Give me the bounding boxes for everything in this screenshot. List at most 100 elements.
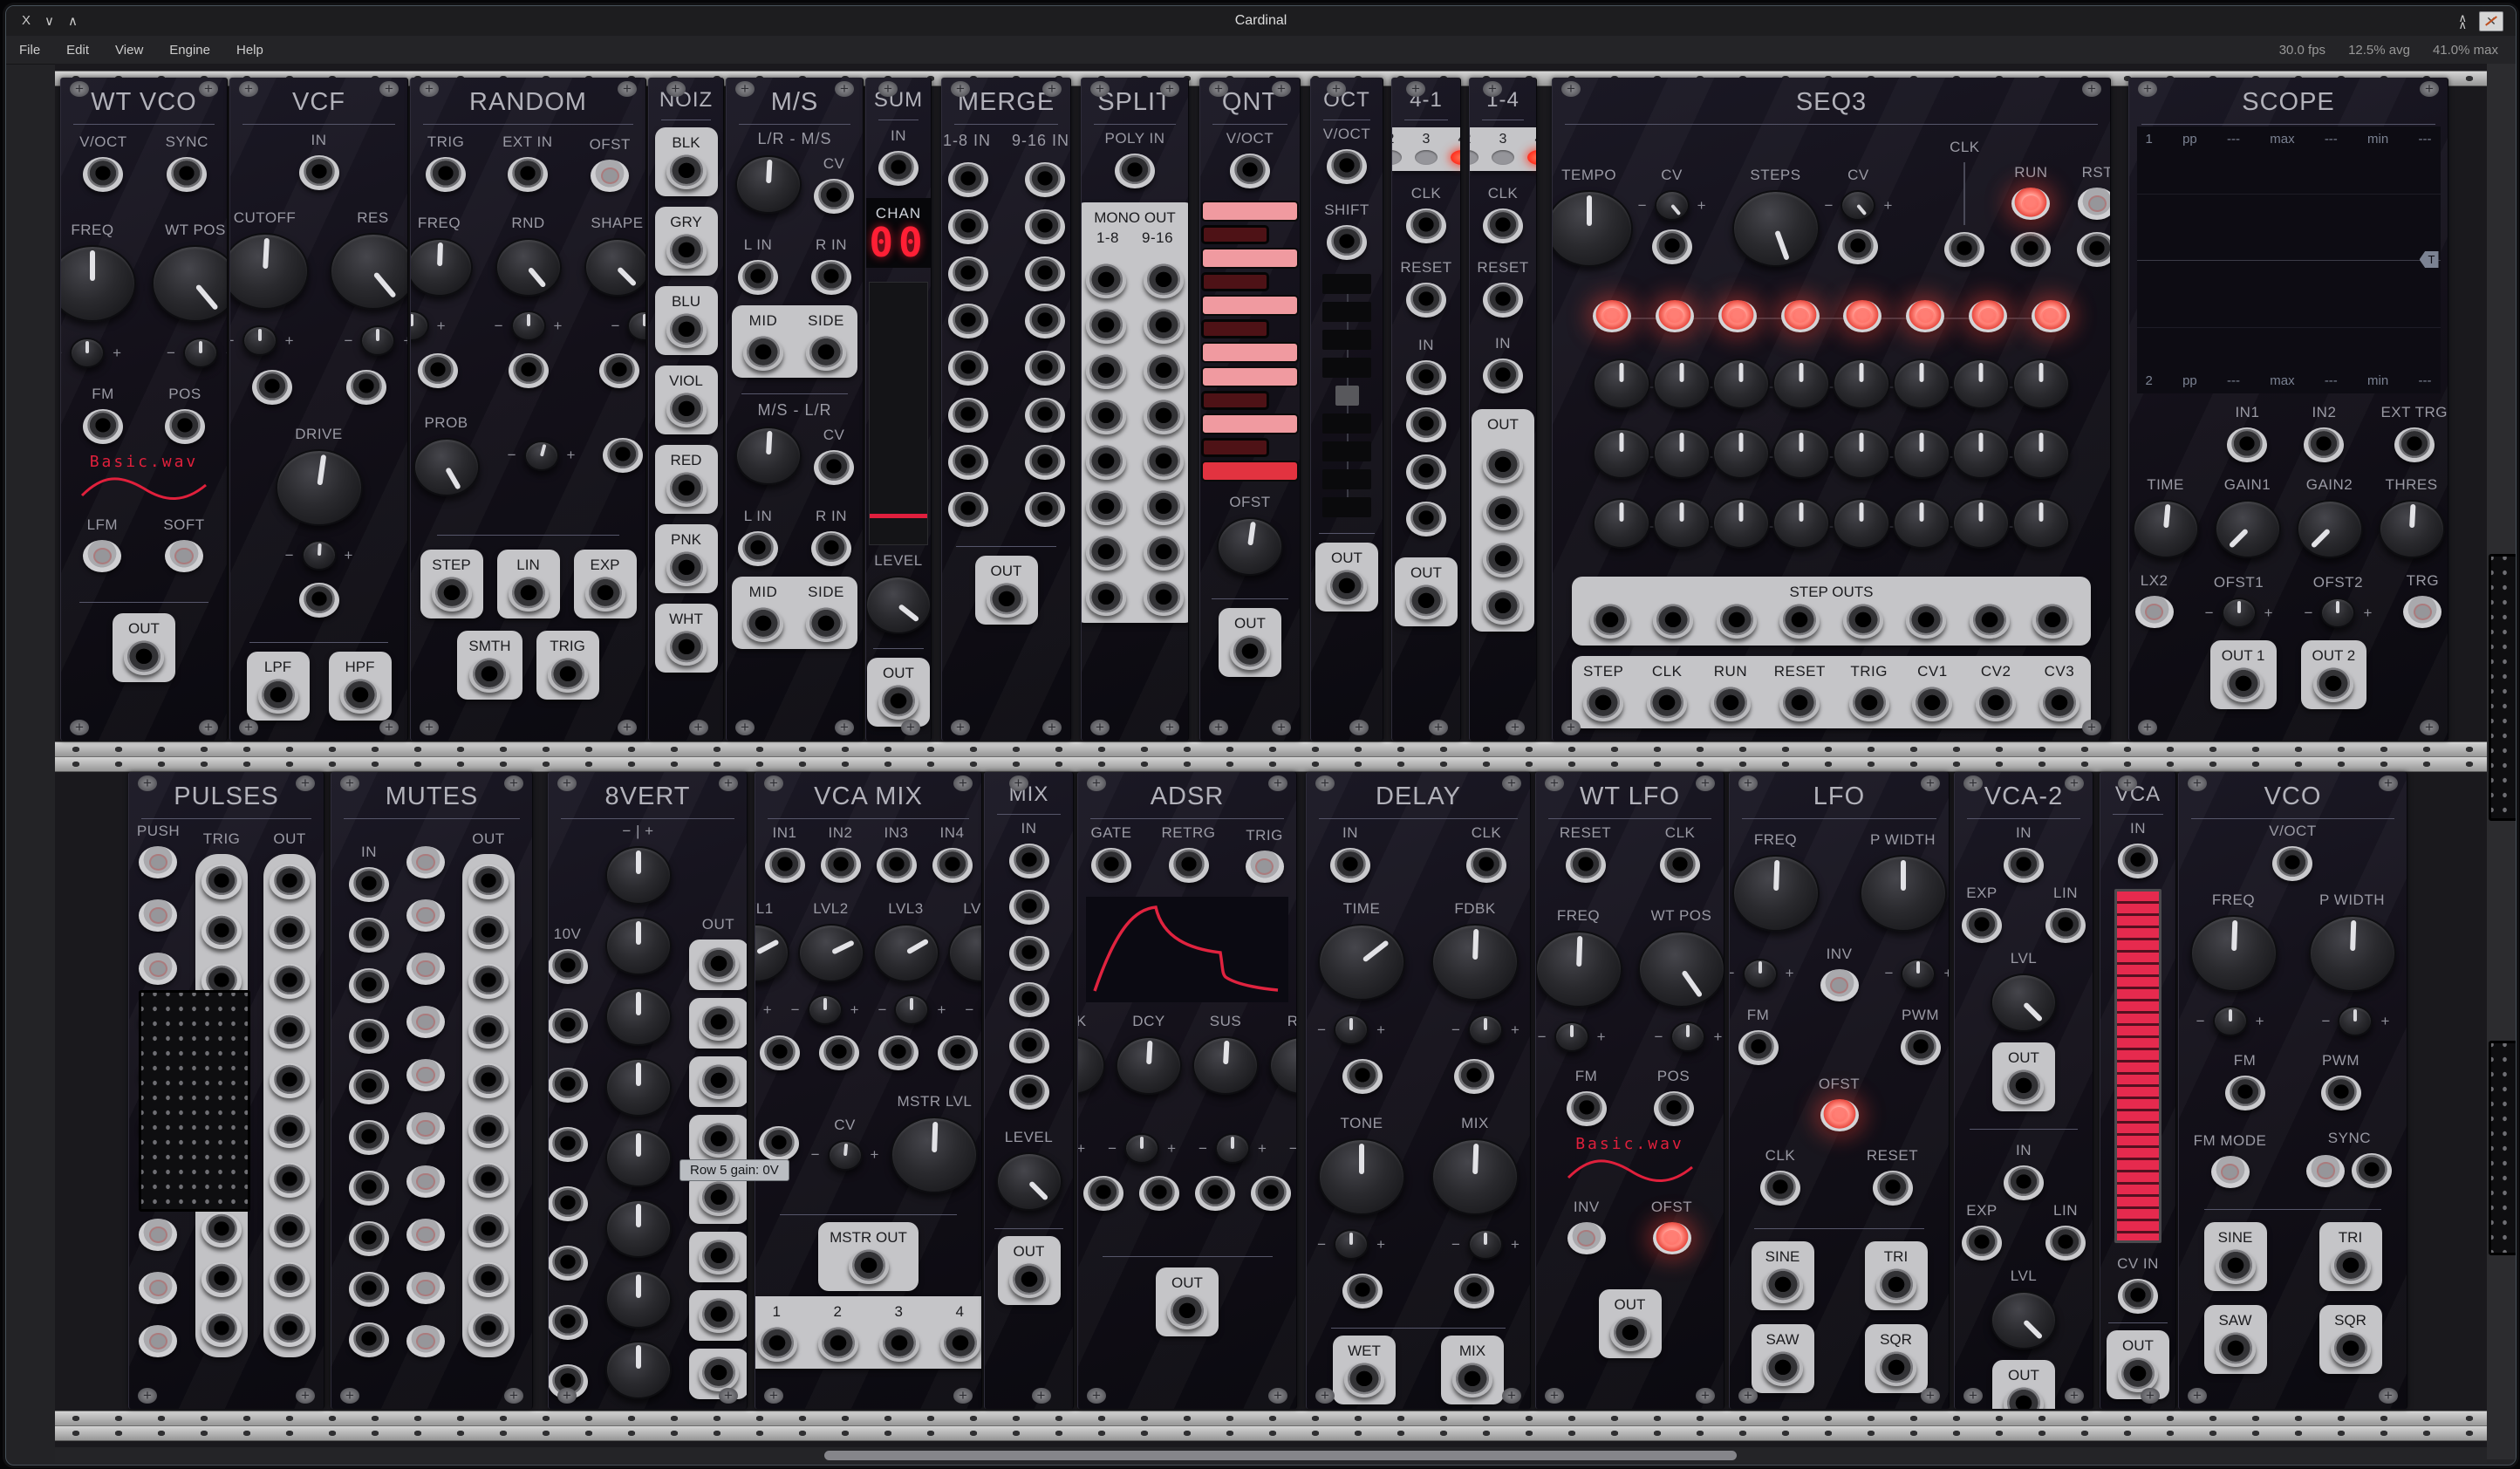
seq3-step-port[interactable] — [1583, 687, 1623, 721]
qnt-key-12[interactable] — [1201, 461, 1299, 482]
delay-trim-knob[interactable] — [1468, 1229, 1503, 1260]
merge-jack-port[interactable] — [1025, 304, 1065, 338]
vca-2-in-port[interactable] — [2004, 848, 2044, 883]
split-mono-r-4-port[interactable] — [1144, 400, 1184, 434]
8vert-gain-1-knob[interactable] — [605, 846, 672, 905]
scope-time-knob[interactable] — [2133, 500, 2199, 558]
vcf-trim-knob[interactable] — [302, 540, 337, 571]
seq3-step-out-7-port[interactable] — [1970, 604, 2010, 639]
pulses-out-5-port[interactable] — [270, 1063, 310, 1098]
8vert-out-3-port[interactable] — [699, 1064, 739, 1099]
vca-mix-lvl2-knob[interactable] — [798, 924, 864, 982]
8vert-10v-6-port[interactable] — [548, 1246, 588, 1281]
wt-lfo-freq-knob[interactable] — [1535, 931, 1622, 1008]
random-trim-knob[interactable] — [410, 311, 429, 341]
mix-jack-port[interactable] — [1009, 1028, 1049, 1063]
mutes-in-7-port[interactable] — [349, 1171, 389, 1206]
random-jack-port[interactable] — [418, 353, 458, 388]
vca-mix-in3-port[interactable] — [877, 848, 917, 883]
sum-out-port[interactable] — [878, 685, 919, 720]
merge-jack-port[interactable] — [948, 445, 988, 480]
seq3-step-7-knob[interactable] — [1952, 359, 2010, 409]
vca-mix-in2-port[interactable] — [821, 848, 861, 883]
split-mono-r-8-port[interactable] — [1144, 581, 1184, 616]
adsr-rls-knob[interactable] — [1269, 1036, 1297, 1095]
seq3-step-8-knob[interactable] — [2012, 428, 2070, 479]
pulses-out-4-port[interactable] — [270, 1014, 310, 1049]
8vert-10v-4-port[interactable] — [548, 1127, 588, 1162]
seq3-step-6-knob[interactable] — [1893, 498, 1950, 549]
scope-in1-port[interactable] — [2227, 427, 2267, 462]
oct-oct-step-4[interactable] — [1322, 497, 1371, 517]
vcf-hpf-port[interactable] — [340, 679, 380, 714]
scope-ofst1-knob[interactable] — [2222, 598, 2257, 628]
split-mono-r-6-port[interactable] — [1144, 490, 1184, 525]
wt-lfo-reset-port[interactable] — [1566, 848, 1606, 883]
vca-mix-in4-port[interactable] — [932, 848, 973, 883]
seq3-steps-cv-port[interactable] — [1838, 229, 1878, 264]
vco-p-width-knob[interactable] — [2309, 915, 2396, 992]
8vert-gain-4-knob[interactable] — [605, 1058, 672, 1117]
scope-lx2-button[interactable] — [2135, 596, 2174, 628]
qnt-key-10[interactable] — [1201, 413, 1299, 434]
8vert-gain-2-knob[interactable] — [605, 917, 672, 975]
seq3-step-1-knob[interactable] — [1593, 428, 1650, 479]
oct-out-port[interactable] — [1327, 570, 1367, 605]
vca-mix-lvl1-knob[interactable] — [755, 924, 789, 982]
delay-in-port[interactable] — [1330, 848, 1370, 883]
oct-oct-step--3[interactable] — [1322, 302, 1371, 322]
delay-trim-knob[interactable] — [1468, 1015, 1503, 1045]
menu-help[interactable]: Help — [223, 43, 277, 58]
adsr-jack-port[interactable] — [1251, 1176, 1291, 1211]
ms-r-in-port[interactable] — [811, 531, 851, 566]
seq3-step-2-knob[interactable] — [1653, 428, 1711, 479]
random-step-port[interactable] — [432, 577, 472, 612]
mutes-out-6-port[interactable] — [468, 1113, 509, 1148]
vca-2-in-port[interactable] — [2004, 1165, 2044, 1200]
scope-trigger-marker[interactable]: T — [2420, 251, 2439, 268]
wt-lfo-trim-knob[interactable] — [1670, 1021, 1705, 1052]
random-trim-knob[interactable] — [627, 311, 646, 341]
vcf-res-knob[interactable] — [330, 233, 409, 310]
lfo-ofst-button[interactable] — [1820, 1099, 1859, 1131]
adsr-dcy-knob[interactable] — [1116, 1036, 1182, 1095]
mutes-out-8-port[interactable] — [468, 1213, 509, 1247]
merge-jack-port[interactable] — [1025, 445, 1065, 480]
vca-mix-jack-port[interactable] — [878, 1035, 919, 1070]
adsr-out-port[interactable] — [1167, 1295, 1207, 1329]
s4-1-channels-led-2[interactable] — [1391, 150, 1402, 165]
mutes-out-4-port[interactable] — [468, 1014, 509, 1049]
adsr-gate-port[interactable] — [1091, 848, 1131, 883]
split-mono-l-2-port[interactable] — [1086, 309, 1126, 344]
merge-jack-port[interactable] — [948, 162, 988, 197]
pulses-push-button-10[interactable] — [139, 1325, 177, 1357]
random-trig-port[interactable] — [426, 157, 466, 192]
mutes-out-2-port[interactable] — [468, 914, 509, 949]
mutes-out-1-port[interactable] — [468, 864, 509, 899]
qnt-key-4[interactable] — [1201, 272, 1269, 291]
random-jack-port[interactable] — [599, 353, 639, 388]
mutes-mute-button-1[interactable] — [406, 846, 445, 878]
vcf-jack-port[interactable] — [346, 370, 386, 405]
seq3-tempo-knob[interactable] — [1552, 190, 1633, 267]
mutes-mute-button-9[interactable] — [406, 1272, 445, 1304]
oct-oct-step--4[interactable] — [1322, 274, 1371, 294]
vca-mix-cv-knob[interactable] — [828, 1140, 863, 1171]
vca-mix-out-2-port[interactable] — [818, 1327, 858, 1362]
vco-sqr-port[interactable] — [2331, 1332, 2371, 1367]
merge-jack-port[interactable] — [1025, 162, 1065, 197]
mutes-out-3-port[interactable] — [468, 964, 509, 999]
lfo-fm-port[interactable] — [1738, 1030, 1779, 1065]
seq3-gate-led-6[interactable] — [1906, 300, 1944, 332]
mutes-mute-button-10[interactable] — [406, 1325, 445, 1357]
mutes-in-2-port[interactable] — [349, 918, 389, 953]
ms-mid-port[interactable] — [743, 607, 783, 642]
mix-jack-port[interactable] — [1009, 1075, 1049, 1110]
mutes-mute-button-6[interactable] — [406, 1112, 445, 1144]
mutes-in-6-port[interactable] — [349, 1120, 389, 1155]
seq3-steps-knob[interactable] — [1732, 190, 1820, 267]
vca-mix-jack-port[interactable] — [760, 1035, 800, 1070]
mutes-out-10-port[interactable] — [468, 1312, 509, 1347]
seq3-step-1-knob[interactable] — [1593, 359, 1650, 409]
seq3-trim-knob[interactable] — [1840, 190, 1875, 221]
